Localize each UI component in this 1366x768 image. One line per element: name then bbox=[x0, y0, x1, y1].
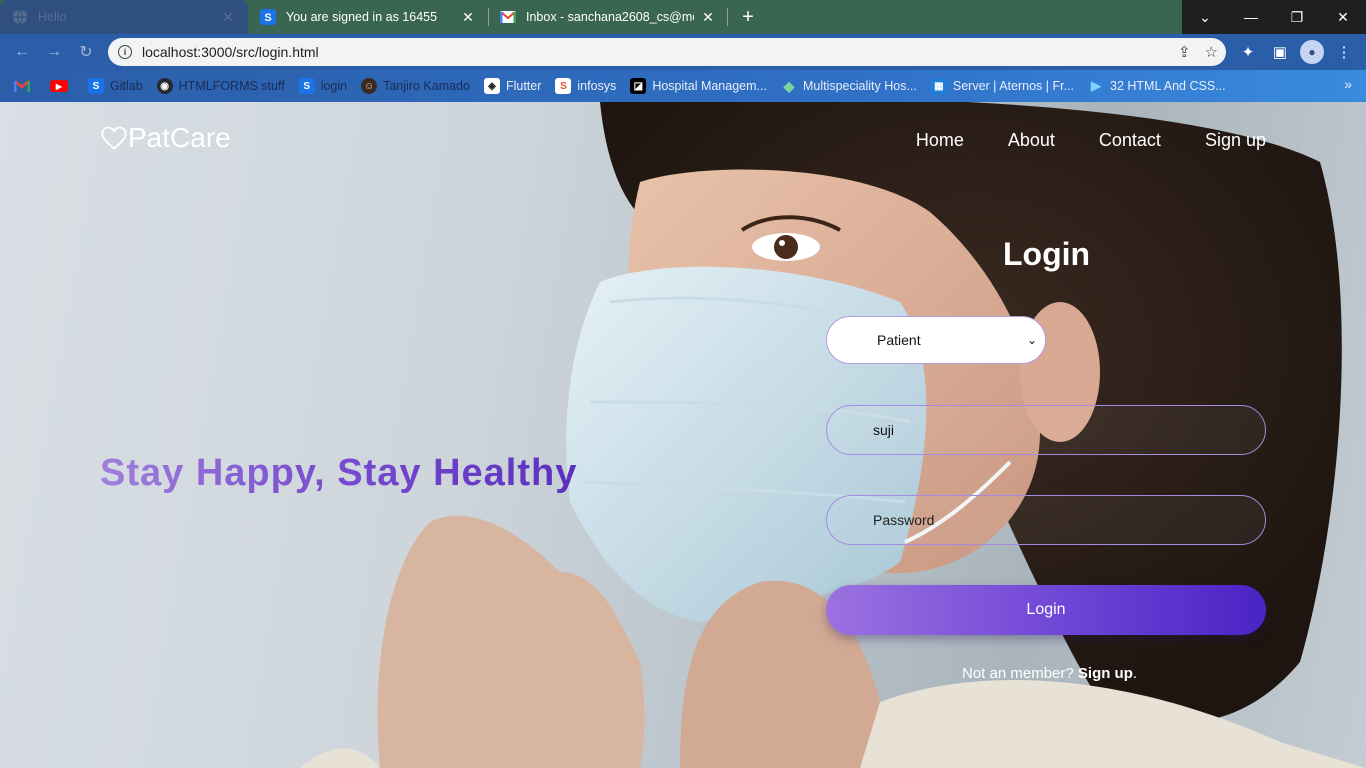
globe-icon bbox=[12, 9, 28, 25]
chevron-down-icon: ⌄ bbox=[1026, 333, 1037, 347]
tab-title: Inbox - sanchana2608_cs@mepco bbox=[526, 10, 694, 24]
bookmark-gmail[interactable] bbox=[14, 74, 36, 98]
brand-name: PatCare bbox=[128, 122, 231, 153]
bookmark-html-css[interactable]: ▶ 32 HTML And CSS... bbox=[1088, 74, 1226, 98]
gmail-icon bbox=[14, 78, 30, 94]
gmail-icon bbox=[500, 9, 516, 25]
signup-prompt: Not an member? Sign up. bbox=[962, 665, 1137, 682]
tab-inbox[interactable]: Inbox - sanchana2608_cs@mepco ✕ bbox=[488, 0, 728, 34]
bookmark-label: Gitlab bbox=[110, 79, 143, 93]
s-app-icon: S bbox=[555, 78, 572, 94]
bookmark-gitlab[interactable]: S Gitlab bbox=[88, 74, 143, 98]
profile-avatar[interactable]: ● bbox=[1300, 40, 1324, 64]
bookmark-aternos[interactable]: ▦ Server | Aternos | Fr... bbox=[930, 74, 1075, 98]
chevron-down-icon[interactable]: ⌄ bbox=[1182, 0, 1228, 34]
bookmark-htmlforms[interactable]: ◉ HTMLFORMS stuff bbox=[156, 74, 285, 98]
login-page: PatCare Home About Contact Sign up Stay … bbox=[0, 102, 1366, 768]
signup-trailer: . bbox=[1132, 665, 1138, 682]
nav-contact-link[interactable]: Contact bbox=[1099, 130, 1161, 151]
minimize-button[interactable]: — bbox=[1228, 0, 1274, 34]
side-panel-icon[interactable]: ▣ bbox=[1268, 40, 1292, 64]
s-app-icon: S bbox=[298, 78, 315, 94]
role-selected-value: Patient bbox=[877, 332, 921, 348]
back-arrow-icon[interactable]: ← bbox=[10, 40, 34, 64]
restore-button[interactable]: ❐ bbox=[1274, 0, 1320, 34]
tab-divider bbox=[727, 8, 728, 26]
address-text: localhost:3000/src/login.html bbox=[142, 44, 319, 60]
menu-kebab-icon[interactable]: ⋮ bbox=[1332, 40, 1356, 64]
tab-title: Hello bbox=[38, 10, 67, 24]
tab-hello[interactable]: Hello ✕ bbox=[0, 0, 248, 34]
s-app-icon: S bbox=[88, 78, 104, 94]
github-icon: ◉ bbox=[156, 78, 173, 94]
bookmarks-bar: ▶ S Gitlab ◉ HTMLFORMS stuff S login ☺ T… bbox=[0, 70, 1366, 102]
bookmark-login[interactable]: S login bbox=[298, 74, 348, 98]
bookmark-infosys[interactable]: S infosys bbox=[555, 74, 616, 98]
login-title: Login bbox=[1003, 236, 1091, 272]
figma-icon: ◆ bbox=[783, 77, 795, 94]
new-tab-button[interactable]: + bbox=[736, 5, 760, 29]
signup-link[interactable]: Sign up bbox=[1078, 665, 1133, 682]
username-input[interactable]: suji bbox=[826, 405, 1266, 455]
bookmark-hospital[interactable]: ◪ Hospital Managem... bbox=[630, 74, 767, 98]
nav-about-link[interactable]: About bbox=[1008, 130, 1055, 151]
close-window-button[interactable]: ✕ bbox=[1320, 0, 1366, 34]
bookmark-flutter[interactable]: ◈ Flutter bbox=[483, 74, 542, 98]
bookmark-label: login bbox=[320, 79, 348, 93]
username-value: suji bbox=[873, 422, 895, 438]
bookmark-label: 32 HTML And CSS... bbox=[1110, 79, 1226, 93]
close-icon[interactable]: ✕ bbox=[460, 9, 476, 25]
info-icon[interactable]: i bbox=[118, 45, 132, 59]
bookmark-label: Flutter bbox=[505, 79, 542, 93]
browser-toolbar: ← → ↻ i localhost:3000/src/login.html ⇪ … bbox=[0, 34, 1366, 70]
svg-text:S: S bbox=[264, 12, 271, 24]
heart-icon bbox=[101, 126, 127, 150]
tab-strip: Hello ✕ S You are signed in as 16455 ✕ I… bbox=[0, 0, 1366, 34]
play-icon: ▶ bbox=[1091, 78, 1102, 93]
top-navigation: Home About Contact Sign up bbox=[916, 130, 1266, 151]
share-icon[interactable]: ⇪ bbox=[1178, 43, 1191, 61]
forward-arrow-icon[interactable]: → bbox=[42, 40, 66, 64]
nav-home-link[interactable]: Home bbox=[916, 130, 964, 151]
bookmark-tanjiro[interactable]: ☺ Tanjiro Kamado bbox=[361, 74, 470, 98]
reload-icon[interactable]: ↻ bbox=[74, 40, 98, 64]
codepen-icon: ◈ bbox=[483, 78, 500, 94]
chevron-right-icon[interactable]: » bbox=[1344, 76, 1352, 92]
star-icon[interactable]: ☆ bbox=[1205, 43, 1218, 61]
bookmark-label: HTMLFORMS stuff bbox=[178, 79, 285, 93]
address-bar[interactable]: i localhost:3000/src/login.html ⇪ ☆ bbox=[108, 38, 1226, 66]
hero-tagline: Stay Happy, Stay Healthy bbox=[100, 452, 578, 494]
avatar-icon: ☺ bbox=[361, 78, 378, 94]
login-button[interactable]: Login bbox=[826, 585, 1266, 635]
close-icon[interactable]: ✕ bbox=[700, 9, 716, 25]
role-select[interactable]: Patient ⌄ bbox=[826, 316, 1046, 364]
close-icon[interactable]: ✕ bbox=[220, 9, 236, 25]
bookmark-youtube[interactable]: ▶ bbox=[50, 74, 74, 98]
member-prompt-text: Not an member? bbox=[962, 665, 1074, 682]
tab-title: You are signed in as 16455 bbox=[286, 10, 438, 24]
password-input[interactable]: Password bbox=[826, 495, 1266, 545]
aternos-icon: ▦ bbox=[930, 78, 947, 94]
bookmark-label: Tanjiro Kamado bbox=[383, 79, 470, 93]
password-placeholder: Password bbox=[873, 512, 935, 528]
s-app-icon: S bbox=[260, 9, 276, 25]
extensions-icon[interactable]: ✦ bbox=[1236, 40, 1260, 64]
bookmark-label: infosys bbox=[577, 79, 617, 93]
bookmark-label: Hospital Managem... bbox=[652, 79, 767, 93]
window-controls: ⌄ — ❐ ✕ bbox=[1182, 0, 1366, 34]
bookmark-label: Server | Aternos | Fr... bbox=[952, 79, 1075, 93]
youtube-icon: ▶ bbox=[50, 80, 68, 92]
bookmark-multispeciality[interactable]: ◆ Multispeciality Hos... bbox=[781, 74, 917, 98]
brand-logo[interactable]: PatCare bbox=[100, 122, 231, 154]
tab-signed-in[interactable]: S You are signed in as 16455 ✕ bbox=[248, 0, 488, 34]
nav-signup-link[interactable]: Sign up bbox=[1205, 130, 1266, 151]
codesandbox-icon: ◪ bbox=[630, 78, 647, 94]
bookmark-label: Multispeciality Hos... bbox=[802, 79, 917, 93]
